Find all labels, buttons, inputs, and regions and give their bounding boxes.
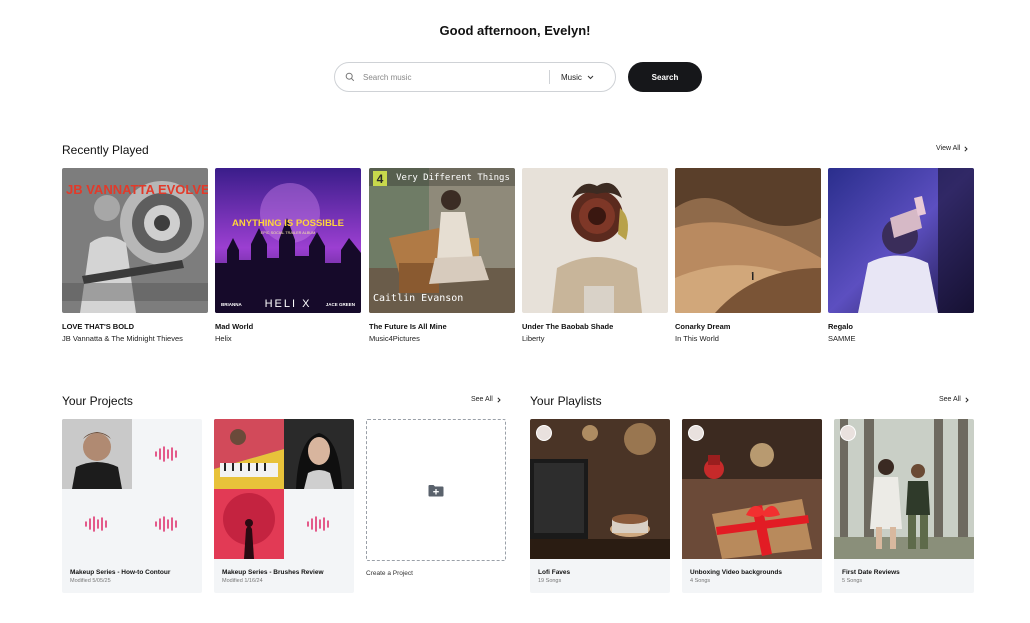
search-input[interactable] bbox=[363, 72, 543, 82]
audio-wave-icon bbox=[284, 489, 354, 559]
owner-avatar bbox=[688, 425, 704, 441]
album-card[interactable]: JB VANNATTA EVOLVED LOVE THAT'S BOLD JB … bbox=[62, 168, 208, 343]
album-card[interactable]: Conarky Dream In This World bbox=[675, 168, 821, 343]
cover-text-sub: EPIC SOCIAL TRAILER ALBUM bbox=[261, 231, 316, 235]
chevron-right-icon bbox=[964, 145, 969, 152]
album-artist: Helix bbox=[215, 334, 232, 343]
create-project-button[interactable] bbox=[366, 419, 506, 561]
chevron-right-icon bbox=[965, 396, 969, 403]
see-all-projects-link[interactable]: See All bbox=[471, 396, 501, 403]
album-artist: Liberty bbox=[522, 334, 545, 343]
playlist-title: Unboxing Video backgrounds bbox=[690, 569, 782, 576]
playlist-cover bbox=[530, 419, 670, 559]
album-artist: JB Vannatta & The Midnight Thieves bbox=[62, 334, 183, 343]
cover-text-right: JACE GREEN bbox=[326, 302, 355, 307]
search-button[interactable]: Search bbox=[628, 62, 702, 92]
album-cover bbox=[522, 168, 668, 313]
cover-text-center: HELI X bbox=[265, 298, 312, 310]
owner-avatar bbox=[536, 425, 552, 441]
playlist-cover bbox=[834, 419, 974, 559]
cover-text-main: ANYTHING IS POSSIBLE bbox=[232, 218, 344, 229]
cover-text-bottom: Caitlin Evanson bbox=[373, 293, 463, 304]
search-filter-label: Music bbox=[561, 72, 582, 82]
your-playlists-title: Your Playlists bbox=[530, 394, 602, 408]
playlist-count: 5 Songs bbox=[842, 578, 863, 584]
search-filter-dropdown[interactable]: Music bbox=[561, 73, 594, 82]
view-all-recently-played-link[interactable]: View All bbox=[936, 145, 969, 152]
search-bar: Music bbox=[334, 62, 616, 92]
playlist-card[interactable]: Lofi Faves 19 Songs bbox=[530, 419, 670, 593]
chevron-down-icon bbox=[587, 75, 594, 79]
project-modified: Modified 5/05/25 bbox=[70, 578, 111, 584]
album-title: Mad World bbox=[215, 322, 254, 331]
playlist-title: First Date Reviews bbox=[842, 569, 900, 576]
audio-wave-icon bbox=[132, 489, 202, 559]
album-artist: SAMME bbox=[828, 334, 856, 343]
project-thumbnail bbox=[62, 419, 132, 489]
search-icon bbox=[345, 72, 355, 82]
cover-badge: 4 bbox=[377, 172, 384, 186]
audio-wave-icon bbox=[132, 419, 202, 489]
album-title: Conarky Dream bbox=[675, 322, 731, 331]
album-card[interactable]: Regalo SAMME bbox=[828, 168, 974, 343]
album-artist: Music4Pictures bbox=[369, 334, 420, 343]
album-cover bbox=[828, 168, 974, 313]
album-card[interactable]: 4 Very Different Things Caitlin Evanson … bbox=[369, 168, 515, 343]
project-title: Makeup Series - How-to Contour bbox=[70, 569, 171, 576]
album-cover: JB VANNATTA EVOLVED bbox=[62, 168, 208, 313]
audio-wave-icon bbox=[62, 489, 132, 559]
album-title: LOVE THAT'S BOLD bbox=[62, 322, 135, 331]
playlist-title: Lofi Faves bbox=[538, 569, 571, 576]
playlist-count: 4 Songs bbox=[690, 578, 711, 584]
album-title: Regalo bbox=[828, 322, 854, 331]
album-cover: 4 Very Different Things Caitlin Evanson bbox=[369, 168, 515, 313]
project-modified: Modified 1/16/24 bbox=[222, 578, 263, 584]
your-projects-title: Your Projects bbox=[62, 394, 133, 408]
album-title: Under The Baobab Shade bbox=[522, 322, 614, 331]
owner-avatar bbox=[840, 425, 856, 441]
see-all-label: See All bbox=[471, 396, 493, 403]
view-all-label: View All bbox=[936, 145, 961, 152]
project-card[interactable]: Makeup Series - Brushes Review Modified … bbox=[214, 419, 354, 593]
create-project-label[interactable]: Create a Project bbox=[366, 570, 413, 577]
playlist-card[interactable]: Unboxing Video backgrounds 4 Songs bbox=[682, 419, 822, 593]
project-card[interactable]: Makeup Series - How-to Contour Modified … bbox=[62, 419, 202, 593]
recently-played-title: Recently Played bbox=[62, 143, 149, 157]
project-thumbnail bbox=[214, 419, 284, 489]
project-title: Makeup Series - Brushes Review bbox=[222, 569, 324, 576]
search-divider bbox=[549, 70, 550, 84]
add-folder-icon bbox=[428, 484, 444, 496]
project-thumbnail bbox=[284, 419, 354, 489]
project-thumbnail bbox=[214, 489, 284, 559]
cover-text-top: JB VANNATTA EVOLVED bbox=[66, 182, 208, 197]
album-title: The Future Is All Mine bbox=[369, 322, 447, 331]
greeting-heading: Good afternoon, Evelyn! bbox=[439, 23, 591, 38]
playlist-count: 19 Songs bbox=[538, 578, 562, 584]
album-cover bbox=[675, 168, 821, 313]
see-all-label: See All bbox=[939, 396, 961, 403]
see-all-playlists-link[interactable]: See All bbox=[939, 396, 969, 403]
album-cover: ANYTHING IS POSSIBLE EPIC SOCIAL TRAILER… bbox=[215, 168, 361, 313]
cover-text-left: BRIANNA bbox=[221, 302, 242, 307]
album-artist: In This World bbox=[675, 334, 719, 343]
playlist-card[interactable]: First Date Reviews 5 Songs bbox=[834, 419, 974, 593]
chevron-right-icon bbox=[497, 396, 501, 403]
album-card[interactable]: ANYTHING IS POSSIBLE EPIC SOCIAL TRAILER… bbox=[215, 168, 361, 343]
album-card[interactable]: Under The Baobab Shade Liberty bbox=[522, 168, 668, 343]
playlist-cover bbox=[682, 419, 822, 559]
cover-text-top: Very Different Things bbox=[396, 173, 510, 183]
